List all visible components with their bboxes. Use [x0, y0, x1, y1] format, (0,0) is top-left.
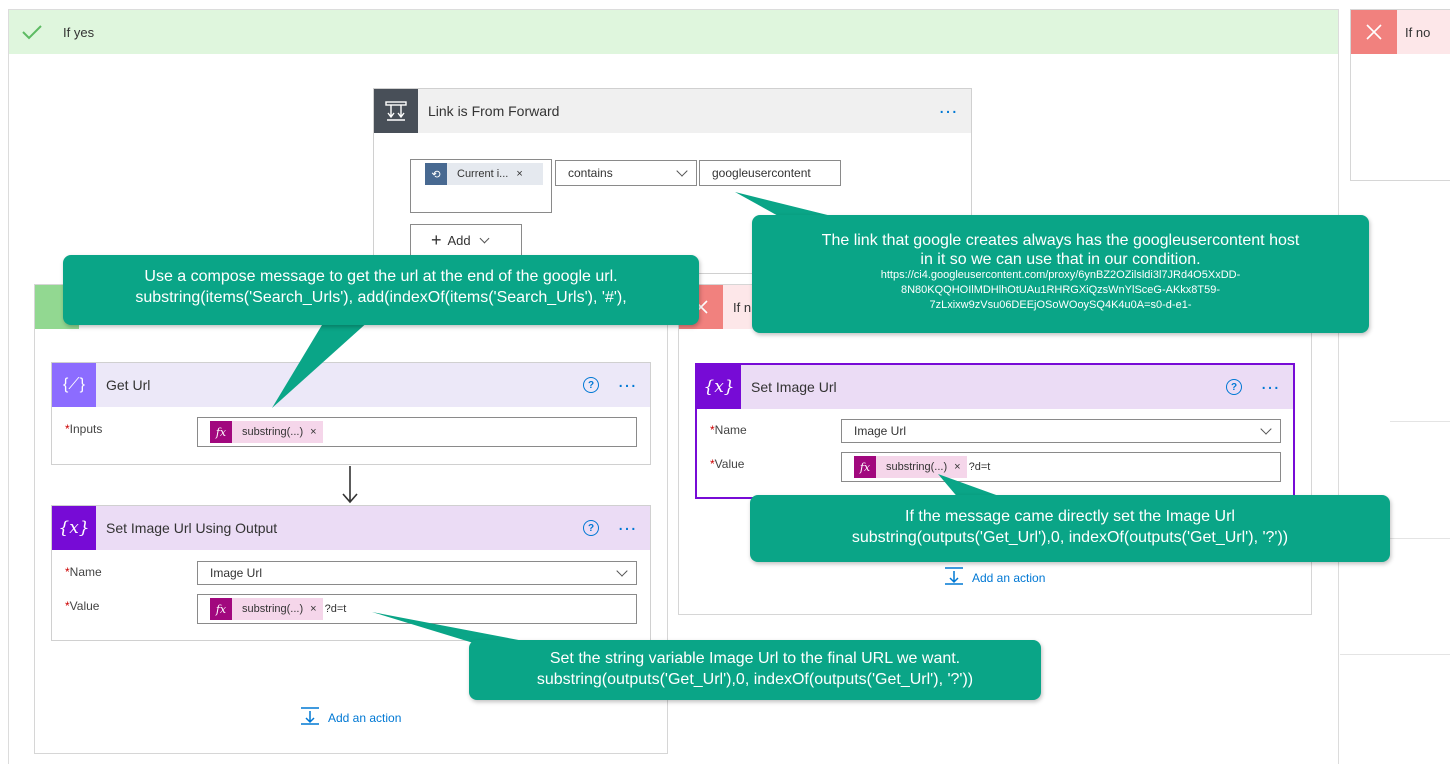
direct-callout-line: If the message came directly set the Ima… [905, 508, 1235, 525]
final-callout-line: substring(outputs('Get_Url'),0, indexOf(… [536, 671, 974, 688]
link-callout-url: https://ci4.googleusercontent.com/proxy/… [880, 269, 1241, 281]
compose-callout: Use a compose message to get the url at … [63, 255, 699, 325]
compose-callout-line: substring(items('Search_Urls'), add(inde… [135, 289, 627, 306]
link-callout-url: 8N80KQQHOIlMDHlhOtUAu1RHRGXiQzsWnYlSceG-… [900, 284, 1221, 296]
link-callout-url: 7zLxixw9zVsu06DEEjOSoWOoySQ4K4u0A=s0-d-e… [929, 299, 1192, 311]
compose-callout-line: Use a compose message to get the url at … [144, 268, 618, 285]
link-callout-line: in it so we can use that in our conditio… [920, 251, 1201, 268]
final-callout-line: Set the string variable Image Url to the… [549, 650, 961, 667]
direct-callout-line: substring(outputs('Get_Url'),0, indexOf(… [851, 529, 1289, 546]
link-callout-line: The link that google creates always has … [821, 232, 1300, 249]
final-callout: Set the string variable Image Url to the… [469, 640, 1041, 700]
compose-callout-tail [272, 320, 370, 408]
link-callout: The link that google creates always has … [752, 215, 1369, 333]
direct-callout: If the message came directly set the Ima… [750, 495, 1390, 562]
